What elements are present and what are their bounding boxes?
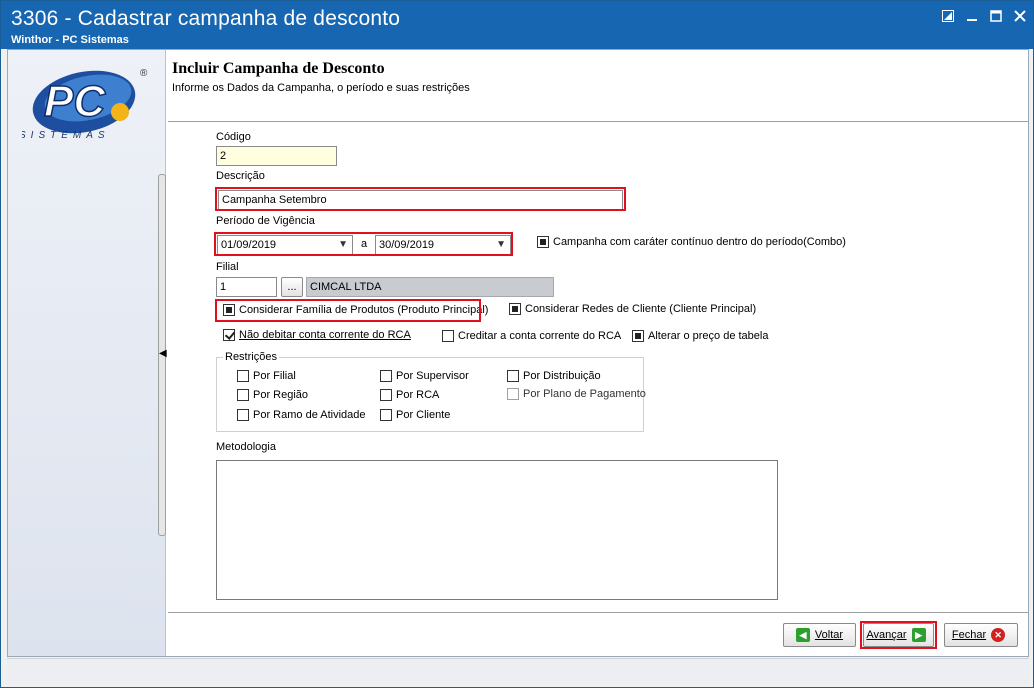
filial-search-button[interactable]: ...	[281, 277, 303, 297]
checkbox-box	[509, 303, 521, 315]
codigo-label: Código	[216, 131, 251, 143]
metodologia-textarea[interactable]	[216, 460, 778, 600]
checkbox-box	[380, 409, 392, 421]
checkbox-box	[380, 389, 392, 401]
filial-code-field[interactable]: 1	[216, 277, 277, 297]
checkbox-box	[507, 370, 519, 382]
por-regiao-checkbox[interactable]: Por Região	[237, 389, 308, 401]
title-bar: 3306 - Cadastrar campanha de desconto Wi…	[1, 1, 1033, 49]
fechar-button[interactable]: Fechar ✕	[944, 623, 1018, 647]
por-supervisor-label: Por Supervisor	[396, 370, 469, 382]
collapse-arrow-icon[interactable]: ◀	[159, 348, 167, 359]
svg-text:®: ®	[140, 68, 148, 79]
creditar-checkbox[interactable]: Creditar a conta corrente do RCA	[442, 330, 621, 342]
nao-debitar-checkbox[interactable]: Não debitar conta corrente do RCA	[223, 329, 411, 341]
por-rca-checkbox[interactable]: Por RCA	[380, 389, 439, 401]
pc-sistemas-logo: PC SISTEMAS ®	[19, 62, 152, 144]
voltar-label: Voltar	[814, 629, 844, 641]
checkbox-box	[237, 370, 249, 382]
window-subtitle: Winthor - PC Sistemas	[11, 34, 129, 46]
por-filial-label: Por Filial	[253, 370, 296, 382]
filial-label: Filial	[216, 261, 239, 273]
footer-divider	[168, 612, 1028, 613]
descricao-label: Descrição	[216, 170, 265, 182]
por-cliente-label: Por Cliente	[396, 409, 451, 421]
familia-highlight	[215, 299, 481, 322]
minimize-icon[interactable]	[963, 9, 981, 25]
creditar-checkbox-label: Creditar a conta corrente do RCA	[458, 330, 622, 342]
checkbox-box	[507, 388, 519, 400]
fechar-label: Fechar	[951, 629, 987, 641]
checkbox-box	[632, 330, 644, 342]
por-distribuicao-label: Por Distribuição	[523, 370, 601, 382]
por-supervisor-checkbox[interactable]: Por Supervisor	[380, 370, 469, 382]
checkbox-box	[537, 236, 549, 248]
checkbox-box	[442, 330, 454, 342]
checkbox-box	[237, 389, 249, 401]
voltar-button[interactable]: ◀ Voltar	[783, 623, 856, 647]
maximize-icon[interactable]	[987, 9, 1005, 25]
restore-icon[interactable]	[939, 9, 957, 25]
status-bar	[7, 658, 1029, 684]
combo-checkbox[interactable]: Campanha com caráter contínuo dentro do …	[537, 236, 846, 248]
body-frame: PC SISTEMAS ® ◀ Incluir Campanha de Desc…	[7, 49, 1029, 657]
close-icon[interactable]	[1011, 9, 1029, 25]
page-title: Incluir Campanha de Desconto	[172, 60, 385, 77]
combo-checkbox-label: Campanha com caráter contínuo dentro do …	[553, 236, 846, 248]
sidebar: PC SISTEMAS ® ◀	[8, 50, 167, 656]
nao-debitar-checkbox-label: Não debitar conta corrente do RCA	[239, 329, 411, 341]
por-plano-label: Por Plano de Pagamento	[523, 388, 646, 400]
svg-text:PC: PC	[44, 77, 106, 126]
metodologia-label: Metodologia	[216, 441, 276, 453]
por-distribuicao-checkbox[interactable]: Por Distribuição	[507, 370, 601, 382]
checkbox-box	[223, 329, 235, 341]
por-regiao-label: Por Região	[253, 389, 309, 401]
avancar-highlight	[860, 621, 937, 649]
page-header: Incluir Campanha de Desconto Informe os …	[168, 50, 1028, 122]
por-ramo-checkbox[interactable]: Por Ramo de Atividade	[237, 409, 366, 421]
periodo-label: Período de Vigência	[216, 215, 315, 227]
restricoes-title: Restrições	[223, 351, 279, 363]
main-content: Incluir Campanha de Desconto Informe os …	[168, 50, 1028, 656]
filial-name-field: CIMCAL LTDA	[306, 277, 554, 297]
descricao-highlight	[215, 187, 626, 211]
svg-text:SISTEMAS: SISTEMAS	[22, 130, 110, 141]
app-window: 3306 - Cadastrar campanha de desconto Wi…	[0, 0, 1034, 688]
codigo-field[interactable]: 2	[216, 146, 337, 166]
page-subtitle: Informe os Dados da Campanha, o período …	[172, 82, 470, 94]
por-cliente-checkbox[interactable]: Por Cliente	[380, 409, 450, 421]
por-rca-label: Por RCA	[396, 389, 440, 401]
redes-checkbox[interactable]: Considerar Redes de Cliente (Cliente Pri…	[509, 303, 756, 315]
checkbox-box	[380, 370, 392, 382]
window-title: 3306 - Cadastrar campanha de desconto	[11, 7, 401, 30]
arrow-left-icon: ◀	[795, 628, 810, 642]
restricoes-group: Restrições Por Filial Por Região Por Ram…	[216, 351, 646, 432]
alterar-preco-checkbox-label: Alterar o preço de tabela	[648, 330, 769, 342]
close-circle-icon: ✕	[991, 628, 1006, 642]
periodo-highlight	[214, 232, 513, 256]
redes-checkbox-label: Considerar Redes de Cliente (Cliente Pri…	[525, 303, 757, 315]
checkbox-box	[237, 409, 249, 421]
por-filial-checkbox[interactable]: Por Filial	[237, 370, 296, 382]
por-ramo-label: Por Ramo de Atividade	[253, 409, 366, 421]
por-plano-checkbox[interactable]: Por Plano de Pagamento	[507, 388, 646, 400]
alterar-preco-checkbox[interactable]: Alterar o preço de tabela	[632, 330, 768, 342]
